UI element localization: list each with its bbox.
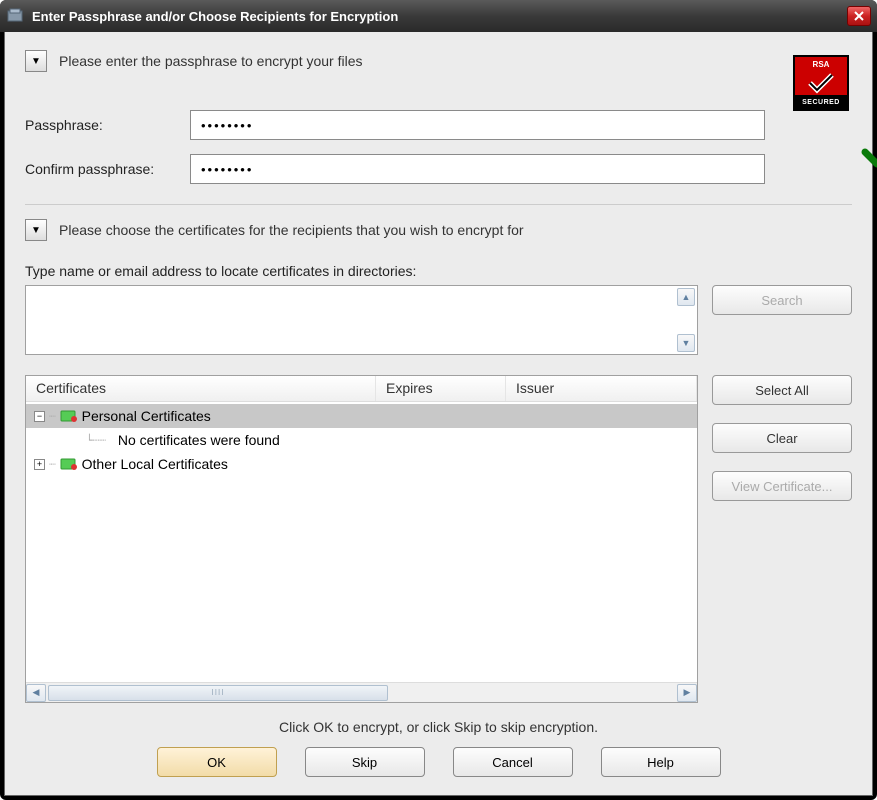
collapse-toggle[interactable]: ▼ <box>25 50 47 72</box>
search-button[interactable]: Search <box>712 285 852 315</box>
column-headers: Certificates Expires Issuer <box>26 376 697 402</box>
app-icon <box>6 7 24 25</box>
tree-node-other[interactable]: + ┈ Other Local Certificates <box>26 452 697 476</box>
horizontal-scrollbar[interactable]: ◀ IIII ▶ <box>26 682 697 702</box>
dialog-window: Enter Passphrase and/or Choose Recipient… <box>0 0 877 800</box>
select-all-button[interactable]: Select All <box>712 375 852 405</box>
window-title: Enter Passphrase and/or Choose Recipient… <box>32 9 847 24</box>
column-expires[interactable]: Expires <box>376 376 506 401</box>
view-certificate-button[interactable]: View Certificate... <box>712 471 852 501</box>
passphrase-section: Passphrase: Confirm passphrase: <box>25 110 852 184</box>
tree-label: Other Local Certificates <box>82 456 228 472</box>
locate-label: Type name or email address to locate cer… <box>25 263 852 279</box>
help-button[interactable]: Help <box>601 747 721 777</box>
footer-instruction: Click OK to encrypt, or click Skip to sk… <box>25 719 852 735</box>
scroll-right-button[interactable]: ▶ <box>677 684 697 702</box>
passphrase-match-icon <box>859 132 877 172</box>
certificate-list: Certificates Expires Issuer − ┈ Personal… <box>25 375 698 703</box>
tree-expander[interactable]: + <box>34 459 45 470</box>
clear-button[interactable]: Clear <box>712 423 852 453</box>
section-recipients-label: Please choose the certificates for the r… <box>59 222 524 238</box>
certificate-icon <box>60 457 78 471</box>
tree-empty-label: No certificates were found <box>118 432 280 448</box>
skip-button[interactable]: Skip <box>305 747 425 777</box>
cancel-button[interactable]: Cancel <box>453 747 573 777</box>
column-issuer[interactable]: Issuer <box>506 376 697 401</box>
close-button[interactable] <box>847 6 871 26</box>
dialog-content: ▼ Please enter the passphrase to encrypt… <box>4 32 873 796</box>
scroll-track[interactable]: IIII <box>46 684 677 702</box>
tree-node-empty: └┈┈ No certificates were found <box>26 428 697 452</box>
dialog-buttons: OK Skip Cancel Help <box>25 747 852 777</box>
section-passphrase-label: Please enter the passphrase to encrypt y… <box>59 53 363 69</box>
certificate-icon <box>60 409 78 423</box>
section-recipients-header: ▼ Please choose the certificates for the… <box>25 219 852 241</box>
confirm-passphrase-label: Confirm passphrase: <box>25 161 190 177</box>
scroll-thumb[interactable]: IIII <box>48 685 388 701</box>
scroll-down-button[interactable]: ▼ <box>677 334 695 352</box>
ok-button[interactable]: OK <box>157 747 277 777</box>
passphrase-label: Passphrase: <box>25 117 190 133</box>
confirm-passphrase-input[interactable] <box>190 154 765 184</box>
section-passphrase-header: ▼ Please enter the passphrase to encrypt… <box>25 50 852 72</box>
scroll-up-button[interactable]: ▲ <box>677 288 695 306</box>
passphrase-input[interactable] <box>190 110 765 140</box>
scroll-left-button[interactable]: ◀ <box>26 684 46 702</box>
tree-node-personal[interactable]: − ┈ Personal Certificates <box>26 404 697 428</box>
titlebar: Enter Passphrase and/or Choose Recipient… <box>0 0 877 32</box>
divider <box>25 204 852 205</box>
collapse-toggle[interactable]: ▼ <box>25 219 47 241</box>
search-input[interactable]: ▲ ▼ <box>25 285 698 355</box>
rsa-label: RSA <box>795 57 847 71</box>
certificate-tree[interactable]: − ┈ Personal Certificates └┈┈ No certifi… <box>26 402 697 682</box>
column-certificates[interactable]: Certificates <box>26 376 376 401</box>
tree-label: Personal Certificates <box>82 408 211 424</box>
tree-expander[interactable]: − <box>34 411 45 422</box>
